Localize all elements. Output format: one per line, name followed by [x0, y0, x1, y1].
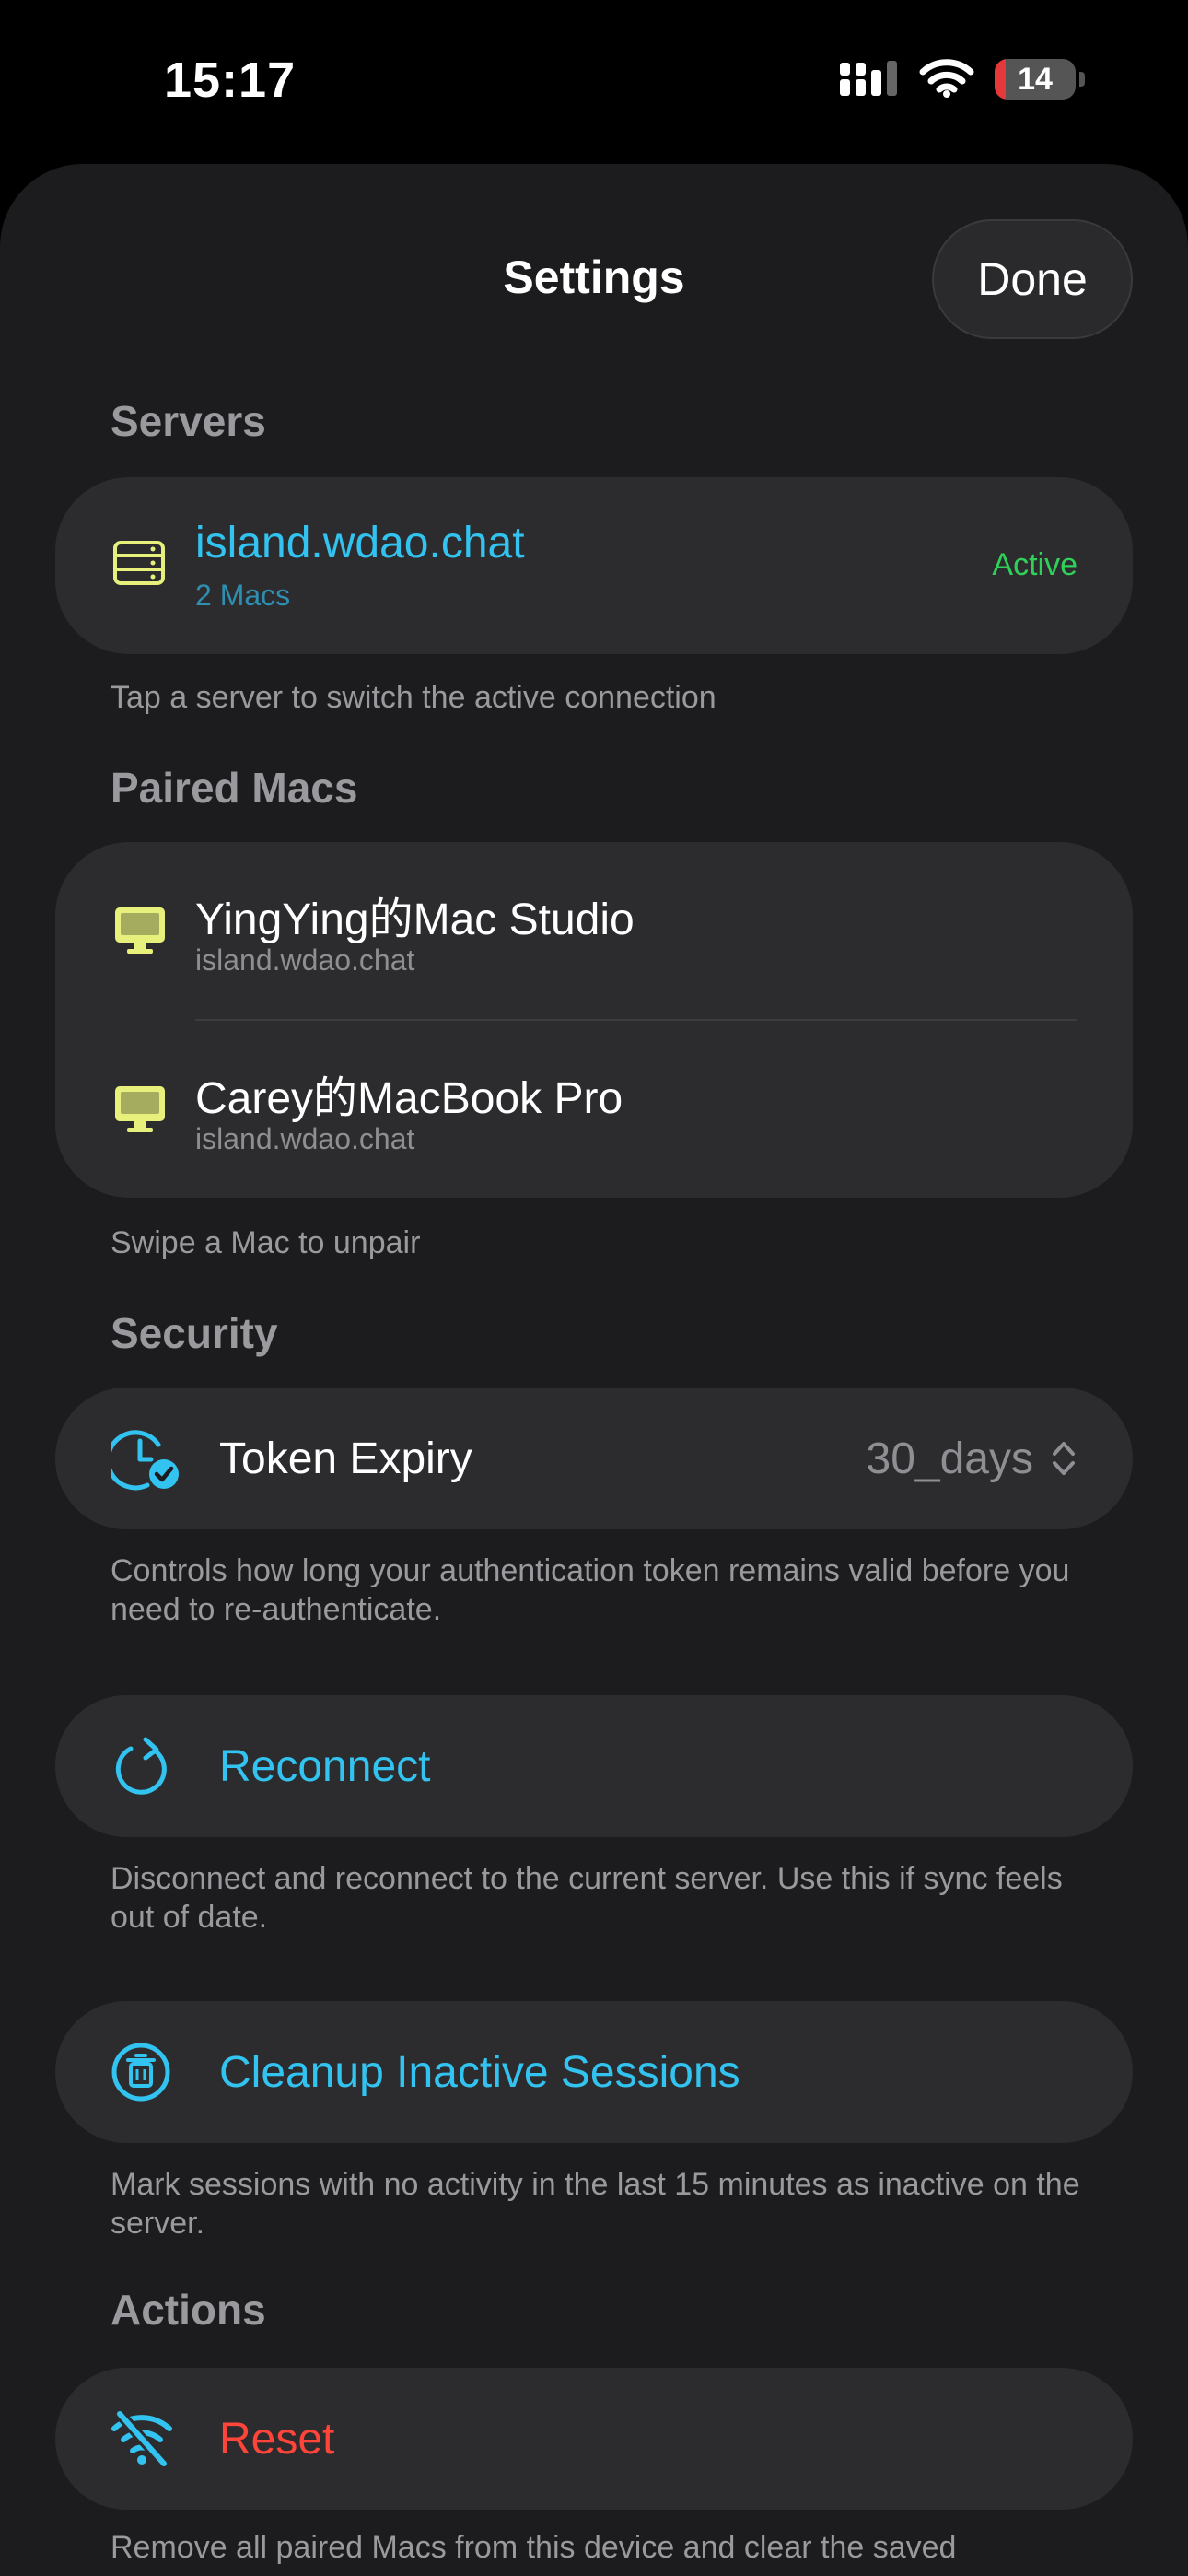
done-button[interactable]: Done [932, 219, 1133, 339]
token-expiry-row[interactable]: Token Expiry 30_days [55, 1388, 1133, 1529]
paired-mac-name: Carey的MacBook Pro [195, 1074, 623, 1123]
token-expiry-label: Token Expiry [219, 1434, 472, 1483]
server-mac-count: 2 Macs [195, 579, 291, 612]
server-name: island.wdao.chat [195, 519, 525, 568]
paired-mac-row[interactable]: Carey的MacBook Pro island.wdao.chat [55, 1021, 1133, 1198]
wifi-slash-icon [109, 2408, 175, 2467]
servers-card: island.wdao.chat 2 Macs Active [55, 477, 1133, 654]
desktop-icon [114, 1085, 166, 1133]
cleanup-label: Cleanup Inactive Sessions [219, 2048, 740, 2097]
reconnect-footnote: Disconnect and reconnect to the current … [111, 1861, 1063, 1935]
reconnect-button[interactable]: Reconnect [55, 1695, 1133, 1837]
settings-sheet: Settings Done Servers island.wdao.chat 2… [0, 164, 1188, 2576]
paired-mac-server: island.wdao.chat [195, 1122, 415, 1155]
cleanup-inactive-sessions-button[interactable]: Cleanup Inactive Sessions [55, 2001, 1133, 2143]
chevron-up-down-icon [1050, 1437, 1077, 1480]
token-expiry-footnote: Controls how long your authentication to… [111, 1553, 1070, 1627]
wifi-icon [919, 57, 974, 102]
paired-macs-footnote: Swipe a Mac to unpair [111, 1225, 421, 1260]
reset-footnote: Remove all paired Macs from this device … [111, 2530, 957, 2565]
status-time: 15:17 [164, 53, 297, 108]
cleanup-footnote: Mark sessions with no activity in the la… [111, 2167, 1080, 2241]
servers-footnote: Tap a server to switch the active connec… [111, 680, 716, 715]
paired-macs-card: YingYing的Mac Studio island.wdao.chat Car… [55, 842, 1133, 1198]
server-row[interactable]: island.wdao.chat 2 Macs Active [55, 477, 1133, 654]
battery-indicator: 14 [995, 59, 1076, 100]
reset-card: Reset [55, 2368, 1133, 2510]
paired-mac-name: YingYing的Mac Studio [195, 896, 635, 944]
status-icons: 14 [840, 57, 1085, 101]
paired-mac-row[interactable]: YingYing的Mac Studio island.wdao.chat [55, 842, 1133, 1019]
refresh-icon [114, 1734, 173, 1798]
cellular-signal-icon [840, 59, 899, 100]
token-expiry-value: 30_days [866, 1434, 1033, 1483]
cleanup-card: Cleanup Inactive Sessions [55, 2001, 1133, 2143]
battery-level: 14 [1018, 61, 1053, 97]
reconnect-label: Reconnect [219, 1742, 431, 1791]
section-header-actions: Actions [111, 2286, 266, 2334]
trash-circle-icon [111, 2042, 171, 2102]
paired-mac-server: island.wdao.chat [195, 943, 415, 977]
clock-check-icon [111, 1428, 181, 1491]
server-icon [112, 540, 166, 586]
reset-button[interactable]: Reset [55, 2368, 1133, 2510]
section-header-paired-macs: Paired Macs [111, 764, 358, 812]
reset-label: Reset [219, 2415, 335, 2464]
section-header-servers: Servers [111, 397, 266, 445]
desktop-icon [114, 907, 166, 954]
reconnect-card: Reconnect [55, 1695, 1133, 1837]
section-header-security: Security [111, 1309, 278, 1357]
token-expiry-card: Token Expiry 30_days [55, 1388, 1133, 1529]
battery-nub [1079, 72, 1085, 87]
status-bar: 15:17 14 [0, 0, 1188, 161]
battery-fill [995, 59, 1007, 100]
server-status-badge: Active [992, 547, 1077, 582]
